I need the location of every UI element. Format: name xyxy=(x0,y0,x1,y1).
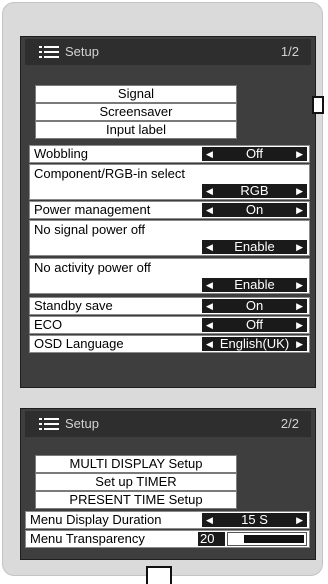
no-signal-power-off-row[interactable]: No signal power off ◀ Enable ▶ xyxy=(29,220,310,256)
menu-transparency-row[interactable]: Menu Transparency 20 xyxy=(25,530,310,548)
row-label: Wobbling xyxy=(34,146,88,161)
row-label: No signal power off xyxy=(34,222,146,237)
row-label: Standby save xyxy=(34,298,113,313)
bottom-frame-marker xyxy=(146,566,172,584)
left-arrow-icon[interactable]: ◀ xyxy=(206,240,213,254)
right-arrow-icon[interactable]: ▶ xyxy=(296,513,303,527)
right-arrow-icon[interactable]: ▶ xyxy=(296,147,303,161)
right-arrow-icon[interactable]: ▶ xyxy=(296,240,303,254)
overlap-frame-marker xyxy=(312,96,324,114)
row-label: OSD Language xyxy=(34,336,124,351)
right-arrow-icon[interactable]: ▶ xyxy=(296,318,303,332)
input-label-button[interactable]: Input label xyxy=(35,121,237,139)
row-label: Menu Display Duration xyxy=(30,512,162,527)
menu-title: Setup xyxy=(65,44,99,59)
page-indicator: 2/2 xyxy=(280,416,299,431)
power-management-row[interactable]: Power management ◀ On ▶ xyxy=(29,201,310,219)
no-activity-power-off-value[interactable]: ◀ Enable ▶ xyxy=(202,278,307,292)
signal-button[interactable]: Signal xyxy=(35,85,237,103)
eco-value[interactable]: ◀ Off ▶ xyxy=(202,318,307,332)
set-up-timer-button[interactable]: Set up TIMER xyxy=(35,473,237,491)
right-arrow-icon[interactable]: ▶ xyxy=(296,203,303,217)
menu-title-bar: Setup 2/2 xyxy=(25,411,311,437)
osd-language-value[interactable]: ◀ English(UK) ▶ xyxy=(202,337,307,351)
menu-list-icon xyxy=(39,45,59,58)
transparency-slider[interactable] xyxy=(227,532,307,546)
row-label: No activity power off xyxy=(34,260,151,275)
menu-display-duration-value[interactable]: ◀ 15 S ▶ xyxy=(202,513,307,527)
menu-title: Setup xyxy=(65,416,99,431)
right-arrow-icon[interactable]: ▶ xyxy=(296,337,303,351)
right-arrow-icon[interactable]: ▶ xyxy=(296,278,303,292)
menu-display-duration-row[interactable]: Menu Display Duration ◀ 15 S ▶ xyxy=(25,511,310,529)
setup-menu-page-2: Setup 2/2 MULTI DISPLAY Setup Set up TIM… xyxy=(20,408,316,560)
wobbling-value[interactable]: ◀ Off ▶ xyxy=(202,147,307,161)
eco-row[interactable]: ECO ◀ Off ▶ xyxy=(29,316,310,334)
row-label: Component/RGB-in select xyxy=(34,166,186,181)
menu-list-icon xyxy=(39,417,59,430)
present-time-setup-button[interactable]: PRESENT TIME Setup xyxy=(35,491,237,509)
slider-fill xyxy=(244,535,304,543)
right-arrow-icon[interactable]: ▶ xyxy=(296,184,303,198)
standby-save-row[interactable]: Standby save ◀ On ▶ xyxy=(29,297,310,315)
wobbling-row[interactable]: Wobbling ◀ Off ▶ xyxy=(29,145,310,163)
row-label: Power management xyxy=(34,202,151,217)
menu-title-bar: Setup 1/2 xyxy=(25,39,311,65)
screensaver-button[interactable]: Screensaver xyxy=(35,103,237,121)
no-activity-power-off-row[interactable]: No activity power off ◀ Enable ▶ xyxy=(29,258,310,294)
power-management-value[interactable]: ◀ On ▶ xyxy=(202,203,307,217)
component-rgb-row[interactable]: Component/RGB-in select ◀ RGB ▶ xyxy=(29,164,310,200)
row-label: ECO xyxy=(34,317,63,332)
left-arrow-icon[interactable]: ◀ xyxy=(206,184,213,198)
component-rgb-value[interactable]: ◀ RGB ▶ xyxy=(202,184,307,198)
standby-save-value[interactable]: ◀ On ▶ xyxy=(202,299,307,313)
left-arrow-icon[interactable]: ◀ xyxy=(206,318,213,332)
left-arrow-icon[interactable]: ◀ xyxy=(206,278,213,292)
setup-menu-page-1: Setup 1/2 Signal Screensaver Input label… xyxy=(20,36,316,388)
left-arrow-icon[interactable]: ◀ xyxy=(206,203,213,217)
no-signal-power-off-value[interactable]: ◀ Enable ▶ xyxy=(202,240,307,254)
left-arrow-icon[interactable]: ◀ xyxy=(206,513,213,527)
row-label: Menu Transparency xyxy=(30,531,145,546)
left-arrow-icon[interactable]: ◀ xyxy=(206,299,213,313)
left-arrow-icon[interactable]: ◀ xyxy=(206,337,213,351)
page-indicator: 1/2 xyxy=(280,44,299,59)
right-arrow-icon[interactable]: ▶ xyxy=(296,299,303,313)
transparency-value: 20 xyxy=(198,532,225,546)
osd-language-row[interactable]: OSD Language ◀ English(UK) ▶ xyxy=(29,335,310,353)
multi-display-setup-button[interactable]: MULTI DISPLAY Setup xyxy=(35,455,237,473)
left-arrow-icon[interactable]: ◀ xyxy=(206,147,213,161)
